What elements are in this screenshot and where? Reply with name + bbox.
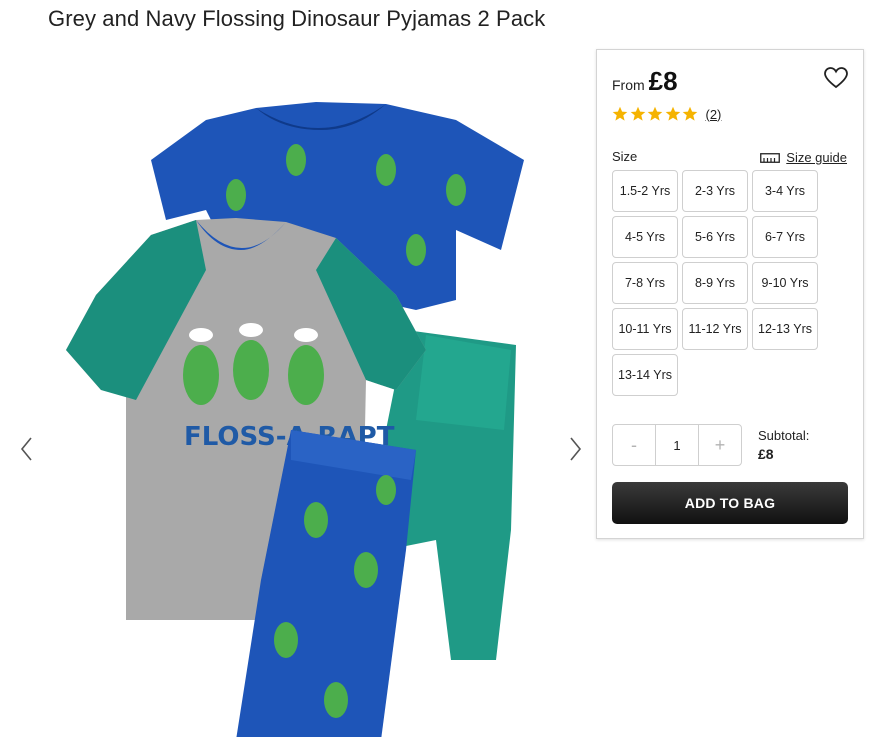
quantity-increase-button[interactable]: + [699, 425, 741, 465]
price-row: From £8 [612, 66, 678, 97]
review-count-link[interactable]: (2) [706, 107, 722, 122]
chevron-left-icon[interactable] [16, 434, 38, 464]
product-price: £8 [648, 66, 678, 96]
size-option[interactable]: 3-4 Yrs [752, 170, 818, 212]
size-option[interactable]: 7-8 Yrs [612, 262, 678, 304]
quantity-decrease-button[interactable]: - [613, 425, 655, 465]
size-option[interactable]: 12-13 Yrs [752, 308, 818, 350]
size-option[interactable]: 5-6 Yrs [682, 216, 748, 258]
size-options: 1.5-2 Yrs 2-3 Yrs 3-4 Yrs 4-5 Yrs 5-6 Yr… [612, 170, 822, 396]
rating: (2) [612, 106, 721, 122]
price-prefix: From [612, 77, 645, 93]
size-label: Size [612, 149, 638, 164]
size-option[interactable]: 6-7 Yrs [752, 216, 818, 258]
size-guide-link[interactable]: Size guide [760, 150, 847, 165]
subtotal: Subtotal: £8 [758, 427, 809, 463]
quantity-input[interactable]: 1 [655, 425, 699, 465]
size-option[interactable]: 4-5 Yrs [612, 216, 678, 258]
add-to-bag-button[interactable]: ADD TO BAG [612, 482, 848, 524]
size-option[interactable]: 10-11 Yrs [612, 308, 678, 350]
size-option[interactable]: 9-10 Yrs [752, 262, 818, 304]
star-icon [647, 106, 663, 121]
size-option[interactable]: 2-3 Yrs [682, 170, 748, 212]
size-option[interactable]: 13-14 Yrs [612, 354, 678, 396]
ruler-icon [760, 152, 781, 163]
quantity-stepper: - 1 + [612, 424, 742, 466]
subtotal-value: £8 [758, 446, 774, 462]
star-icon [630, 106, 645, 121]
product-gallery: FLOSS-A-RAPT [0, 44, 596, 737]
purchase-panel: From £8 (2) Size Size guide 1.5-2 Yrs 2-… [596, 49, 864, 539]
size-option[interactable]: 1.5-2 Yrs [612, 170, 678, 212]
page-title: Grey and Navy Flossing Dinosaur Pyjamas … [48, 6, 546, 31]
size-option[interactable]: 8-9 Yrs [682, 262, 748, 304]
product-image: FLOSS-A-RAPT [66, 102, 524, 737]
subtotal-label: Subtotal: [758, 428, 810, 443]
chevron-right-icon[interactable] [564, 434, 586, 464]
star-icon [612, 106, 628, 121]
star-icon [682, 106, 698, 121]
star-icon [665, 106, 680, 121]
size-option[interactable]: 11-12 Yrs [682, 308, 748, 350]
size-guide-label: Size guide [786, 150, 847, 165]
heart-icon[interactable] [823, 66, 849, 90]
